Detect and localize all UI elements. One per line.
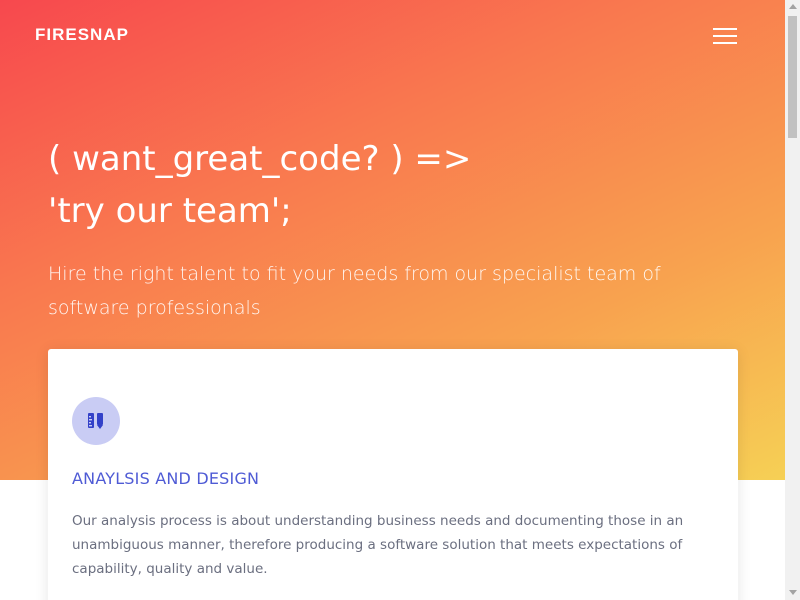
headline-line-1: ( want_great_code? ) => — [48, 139, 472, 179]
vertical-scrollbar[interactable] — [785, 0, 800, 600]
menu-button[interactable] — [709, 24, 741, 48]
hero-subtitle: Hire the right talent to fit your needs … — [48, 263, 661, 319]
card-description: Our analysis process is about understand… — [72, 513, 684, 577]
service-card: ANAYLSIS AND DESIGN Our analysis process… — [48, 349, 738, 600]
hero-headline: ( want_great_code? ) => 'try our team'; — [48, 133, 748, 237]
scroll-down-icon[interactable] — [789, 590, 797, 595]
design-tools-icon — [72, 397, 120, 445]
headline-line-2: 'try our team'; — [48, 191, 292, 231]
scroll-up-icon[interactable] — [789, 4, 797, 9]
scrollbar-thumb[interactable] — [788, 16, 797, 138]
hamburger-menu-icon — [713, 28, 737, 30]
brand-logo[interactable]: FIRESNAP — [35, 25, 129, 45]
card-title: ANAYLSIS AND DESIGN — [72, 469, 260, 488]
